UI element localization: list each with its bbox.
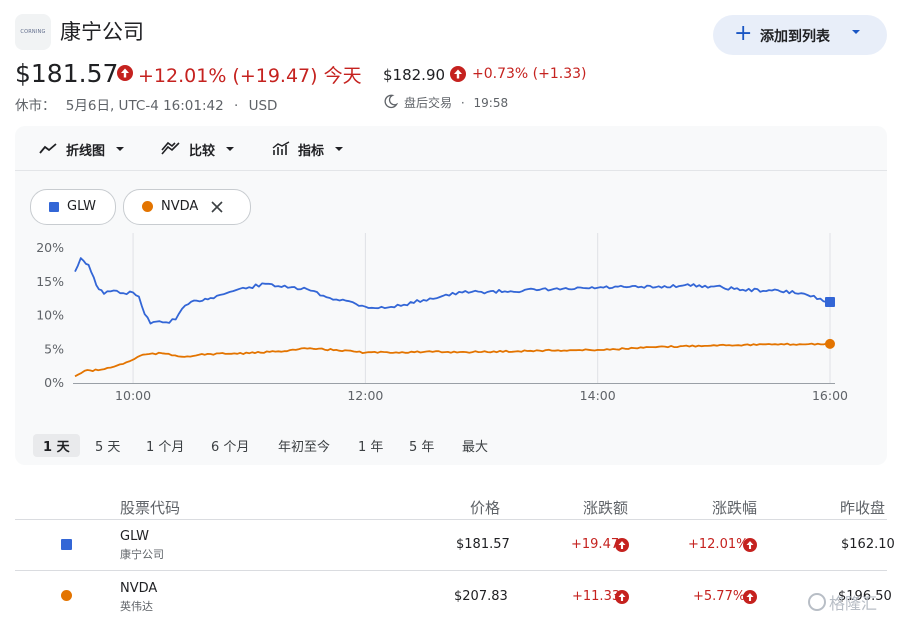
currency: USD [248, 98, 278, 114]
watermark-g-logo [808, 593, 826, 611]
range-tab-ytd[interactable]: 年初至今 [278, 436, 330, 455]
nvda-end-marker [825, 338, 835, 349]
glw-series-line [74, 257, 831, 325]
compare-chip-glw[interactable]: GLW [30, 189, 116, 225]
separator-dot: · [234, 98, 239, 114]
chip-nvda-label: NVDA [161, 199, 199, 214]
compare-icon [161, 141, 180, 155]
indicators-icon [272, 141, 290, 155]
row-change: +11.33 [572, 589, 621, 604]
y-tick-label: 0% [44, 375, 64, 390]
col-header-change: 涨跌额 [583, 499, 629, 517]
add-to-list-button[interactable]: + 添加到列表 [713, 15, 887, 55]
moon-icon [383, 94, 399, 113]
nvda-dot-icon [61, 590, 72, 601]
x-tick-label: 16:00 [812, 388, 848, 403]
row-change: +19.47 [571, 537, 620, 552]
add-to-list-label: 添加到列表 [760, 29, 830, 45]
compare-label: 比较 [189, 143, 216, 159]
logo-text: CORNING [20, 29, 46, 35]
market-status: 休市： [15, 98, 56, 114]
compare-chip-nvda[interactable]: NVDA [123, 189, 251, 225]
line-chart-icon [39, 143, 57, 154]
after-hours-label-line: 盘后交易 · 19:58 [404, 94, 508, 111]
row-price: $207.83 [454, 589, 508, 604]
range-tab-max[interactable]: 最大 [462, 436, 488, 455]
row-name: 英伟达 [120, 600, 153, 613]
range-tab-1m[interactable]: 1 个月 [146, 436, 184, 455]
chart-type-dropdown[interactable]: 折线图 [39, 140, 125, 159]
x-tick-label: 14:00 [580, 388, 616, 403]
plus-icon: + [734, 21, 753, 46]
range-tab-6m[interactable]: 6 个月 [211, 436, 249, 455]
range-tab-5y[interactable]: 5 年 [409, 436, 434, 455]
price-change: +12.01% (+19.47) 今天 [138, 65, 362, 87]
row-name: 康宁公司 [120, 548, 164, 561]
after-hours-change: +0.73% (+1.33) [472, 66, 587, 82]
up-arrow-icon [117, 65, 133, 85]
toolbar-divider [15, 170, 887, 171]
after-hours-label: 盘后交易 [404, 96, 453, 110]
x-tick-label: 10:00 [115, 388, 151, 403]
up-arrow-icon [743, 538, 757, 552]
caret-down-icon [116, 147, 125, 151]
row-symbol: GLW [120, 529, 149, 544]
nvda-dot-icon [142, 201, 153, 212]
up-arrow-icon [743, 590, 757, 604]
col-header-prev-close: 昨收盘 [840, 499, 886, 517]
x-tick-label: 12:00 [347, 388, 383, 403]
price-chart: 10:00 12:00 14:00 16:00 20% 15% 10% 5% 0% [36, 233, 848, 403]
y-tick-label: 15% [36, 274, 64, 289]
quote-datetime: 5月6日, UTC-4 16:01:42 [65, 98, 224, 114]
chart-type-label: 折线图 [66, 143, 106, 159]
chip-glw-label: GLW [67, 199, 96, 214]
market-status-line: 休市： 5月6日, UTC-4 16:01:42 · USD [15, 94, 277, 114]
col-header-change-pct: 涨跌幅 [712, 499, 758, 517]
after-hours-price: $182.90 [383, 66, 446, 84]
up-arrow-icon [615, 590, 629, 604]
row-symbol: NVDA [120, 581, 158, 596]
indicators-dropdown[interactable]: 指标 [272, 140, 344, 159]
compare-dropdown[interactable]: 比较 [161, 140, 235, 159]
indicators-label: 指标 [298, 143, 325, 159]
col-header-price: 价格 [470, 499, 501, 517]
company-name: 康宁公司 [60, 20, 144, 44]
current-price: $181.57 [15, 59, 119, 88]
nvda-series-line [74, 342, 831, 378]
glw-square-icon [61, 539, 72, 550]
y-tick-label: 20% [36, 240, 64, 255]
caret-down-icon [226, 147, 235, 151]
range-tab-1d[interactable]: 1 天 [33, 434, 80, 457]
row-prev-close: $162.10 [841, 537, 895, 552]
after-hours-time: 19:58 [473, 96, 509, 110]
company-logo: CORNING [15, 14, 51, 50]
close-icon[interactable] [210, 200, 224, 214]
after-hours-up-icon [450, 66, 466, 86]
row-price: $181.57 [456, 537, 510, 552]
glw-end-marker [825, 297, 835, 307]
caret-down-icon [852, 30, 860, 34]
range-tab-5d[interactable]: 5 天 [95, 436, 120, 455]
glw-square-icon [49, 202, 59, 212]
separator-dot: · [460, 96, 465, 110]
y-tick-label: 10% [36, 308, 64, 323]
caret-down-icon [335, 147, 344, 151]
row-change-pct: +5.77% [693, 589, 746, 604]
row-change-pct: +12.01% [688, 537, 749, 552]
range-tab-1y[interactable]: 1 年 [358, 436, 383, 455]
watermark: 格隆汇 [808, 590, 877, 614]
y-tick-label: 5% [44, 341, 64, 356]
watermark-text: 格隆汇 [829, 594, 878, 613]
up-arrow-icon [615, 538, 629, 552]
col-header-symbol: 股票代码 [120, 499, 181, 517]
